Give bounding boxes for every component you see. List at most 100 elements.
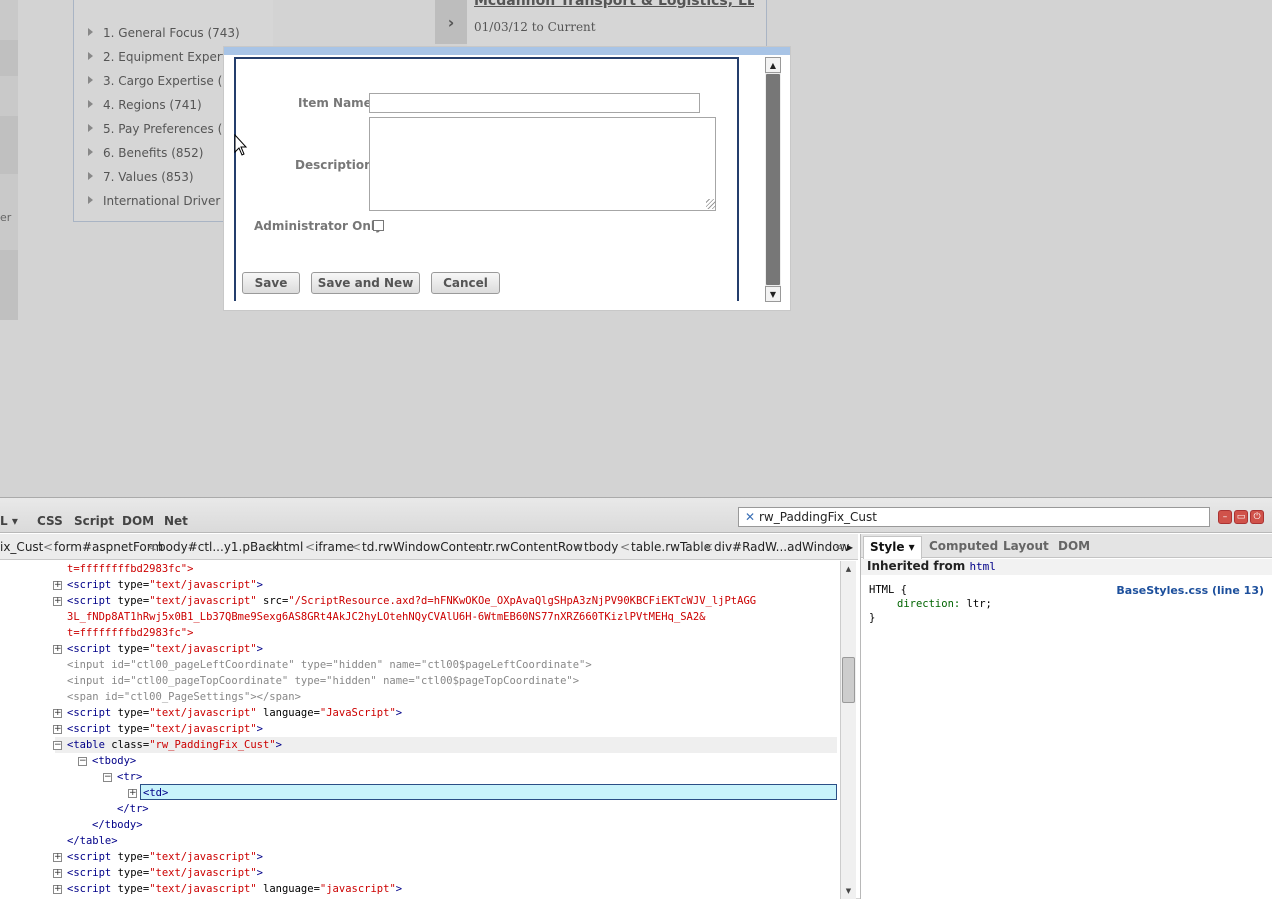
expand-node-icon[interactable]: + [53,885,62,894]
minimize-icon[interactable]: – [1218,510,1232,524]
breadcrumb-item[interactable]: iframe [315,534,354,559]
breadcrumb-separator: < [573,540,584,554]
css-source-link[interactable]: BaseStyles.css (line 13) [1116,584,1264,597]
scroll-thumb[interactable] [842,657,855,703]
collapse-node-icon[interactable]: − [78,757,87,766]
save-button[interactable]: Save [242,272,300,294]
dialog-titlebar[interactable] [224,47,790,55]
code-line[interactable]: <tbody> [92,753,136,769]
tab-computed[interactable]: Computed [929,539,998,553]
search-input[interactable]: ✕ rw_PaddingFix_Cust [738,507,1210,527]
code-line[interactable]: <script type="text/javascript"> [67,641,263,657]
code-line[interactable]: <span id="ctl00_PageSettings"></span> [67,689,301,705]
item-name-label: Item Name [298,96,372,110]
tree-item-international-driver[interactable]: International Driver (83 [88,194,244,208]
item-name-input[interactable] [369,93,700,113]
scroll-down-icon[interactable]: ▼ [842,885,855,898]
breadcrumb-item[interactable]: body#ctl...y1.pBack [158,534,279,559]
expand-triangle-icon[interactable] [88,52,93,60]
expand-triangle-icon[interactable] [88,196,93,204]
code-line[interactable]: <script type="text/javascript" language=… [67,881,402,897]
administrator-only-checkbox[interactable] [373,220,384,231]
detach-icon[interactable]: ▭ [1234,510,1248,524]
tree-item-pay-preferences[interactable]: 5. Pay Preferences (851 [88,122,245,136]
tree-item-values[interactable]: 7. Values (853) [88,170,194,184]
expand-triangle-icon[interactable] [88,100,93,108]
close-icon[interactable]: ⏻ [1250,510,1264,524]
code-line[interactable]: <input id="ctl00_pageLeftCoordinate" typ… [67,657,592,673]
breadcrumb-item[interactable]: html [276,534,303,559]
breadcrumb-item[interactable]: ix_Cust [0,534,43,559]
code-line[interactable]: <script type="text/javascript" language=… [67,705,402,721]
code-line[interactable]: <script type="text/javascript"> [67,865,263,881]
code-line[interactable]: <td> [143,785,168,801]
cancel-button[interactable]: Cancel [431,272,500,294]
dialog-scrollbar[interactable]: ▲ ▼ [764,57,782,302]
expand-node-icon[interactable]: + [53,597,62,606]
tree-item-general-focus[interactable]: 1. General Focus (743) [88,26,240,40]
html-pane-scrollbar[interactable]: ▲ ▼ [840,561,856,899]
expand-node-icon[interactable]: + [53,869,62,878]
tab-css[interactable]: CSS [37,514,63,528]
code-line[interactable]: <script type="text/javascript"> [67,849,263,865]
tab-script[interactable]: Script [74,514,114,528]
code-line[interactable]: <script type="text/javascript"> [67,577,263,593]
expand-node-icon[interactable]: + [53,709,62,718]
code-line[interactable]: <input id="ctl00_pageTopCoordinate" type… [67,673,579,689]
code-line[interactable]: </table> [67,833,118,849]
expand-node-icon[interactable]: + [53,725,62,734]
description-textarea[interactable] [369,117,716,211]
expand-triangle-icon[interactable] [88,76,93,84]
expand-node-icon[interactable]: + [53,581,62,590]
breadcrumb-item[interactable]: tbody [584,534,618,559]
tab-side-dom[interactable]: DOM [1058,539,1090,553]
expand-triangle-icon[interactable] [88,148,93,156]
save-and-new-button[interactable]: Save and New [311,272,420,294]
scroll-up-icon[interactable]: ▲ [765,57,781,73]
scroll-up-icon[interactable]: ▲ [842,563,855,576]
code-line[interactable]: </tbody> [92,817,143,833]
code-line[interactable]: </tr> [117,801,149,817]
tree-item-benefits[interactable]: 6. Benefits (852) [88,146,203,160]
code-line[interactable]: <script type="text/javascript"> [67,721,263,737]
expand-triangle-icon[interactable] [88,28,93,36]
breadcrumb-item[interactable]: div#RadW...adWindow [714,534,849,559]
company-title-link[interactable]: Mcdannon Transport & Logistics, LLC [474,0,754,9]
code-line[interactable]: <script type="text/javascript" src="/Scr… [67,593,756,609]
collapse-node-icon[interactable]: − [53,741,62,750]
tab-style[interactable]: Style ▾ [863,536,922,559]
tree-item-cargo-expertise[interactable]: 3. Cargo Expertise (666 [88,74,245,88]
clear-search-icon[interactable]: ✕ [745,508,755,526]
css-rule-declaration[interactable]: direction: ltr; [897,598,992,610]
left-strip [0,0,18,320]
code-line[interactable]: <table class="rw_PaddingFix_Cust"> [67,737,282,753]
code-line[interactable]: <tr> [117,769,142,785]
breadcrumb-more-icon[interactable]: ▸ [847,534,853,559]
expand-triangle-icon[interactable] [88,172,93,180]
selected-node-row[interactable] [140,784,837,800]
expand-triangle-icon[interactable] [88,124,93,132]
tree-item-equipment-expertise[interactable]: 2. Equipment Expertise [88,50,244,64]
breadcrumb-item[interactable]: tr.rwContentRow [483,534,583,559]
expand-node-icon[interactable]: + [53,853,62,862]
left-strip-block [0,250,18,320]
breadcrumb-item[interactable]: td.rwWindowContent [362,534,488,559]
scroll-down-icon[interactable]: ▼ [765,286,781,302]
html-tree-pane: t=ffffffffbd2983fc"> + <script type="tex… [0,561,840,899]
resize-grip-icon[interactable] [706,199,716,209]
expand-arrow-button[interactable]: › [435,0,467,44]
breadcrumb-item[interactable]: table.rwTable [631,534,711,559]
collapse-node-icon[interactable]: − [103,773,112,782]
scroll-thumb[interactable] [766,74,780,285]
tab-html[interactable]: L ▾ [0,514,18,528]
side-tab-bar: Style ▾ Computed Layout DOM [861,534,1272,559]
expand-node-icon[interactable]: + [128,789,137,798]
inherited-from-link[interactable]: html [969,560,996,573]
tab-dom[interactable]: DOM [122,514,154,528]
expand-node-icon[interactable]: + [53,645,62,654]
tab-layout[interactable]: Layout [1003,539,1049,553]
tab-net[interactable]: Net [164,514,188,528]
breadcrumb-separator: < [305,540,316,554]
tree-item-regions[interactable]: 4. Regions (741) [88,98,202,112]
left-strip-block [0,40,18,76]
